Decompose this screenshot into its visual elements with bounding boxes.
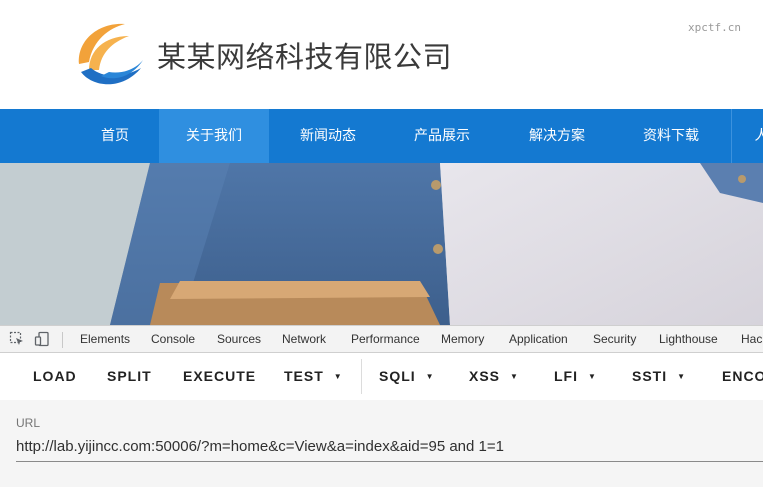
split-button-label: SPLIT: [107, 368, 152, 384]
nav-item-downloads[interactable]: 资料下载: [627, 109, 715, 163]
toolbar-divider: [62, 332, 63, 348]
chevron-down-icon: ▼: [333, 372, 342, 381]
sqli-button-label: SQLI: [379, 368, 416, 384]
load-button[interactable]: LOAD: [33, 353, 77, 400]
nav-item-home[interactable]: 首页: [84, 109, 146, 163]
nav-item-about[interactable]: 关于我们: [159, 109, 269, 163]
ssti-dropdown-button[interactable]: SSTI ▼: [632, 353, 685, 400]
main-nav: 首页 关于我们 新闻动态 产品展示 解决方案 资料下载 人: [0, 109, 763, 163]
toolbar-divider: [361, 359, 362, 394]
banner-photo: [0, 163, 763, 325]
tab-sources[interactable]: Sources: [217, 326, 261, 352]
tab-console[interactable]: Console: [151, 326, 195, 352]
tab-performance[interactable]: Performance: [351, 326, 420, 352]
chevron-down-icon: ▼: [425, 372, 434, 381]
site-header: 某某网络科技有限公司 xpctf.cn: [0, 0, 763, 109]
lfi-dropdown-button[interactable]: LFI ▼: [554, 353, 596, 400]
tab-memory[interactable]: Memory: [441, 326, 484, 352]
lfi-button-label: LFI: [554, 368, 578, 384]
encoding-button-label: ENCO: [722, 368, 763, 384]
test-button-label: TEST: [284, 368, 324, 384]
url-panel: URL: [0, 400, 763, 487]
test-dropdown-button[interactable]: TEST ▼: [284, 353, 342, 400]
encoding-dropdown-button[interactable]: ENCO: [722, 353, 763, 400]
xss-dropdown-button[interactable]: XSS ▼: [469, 353, 518, 400]
nav-item-overflow[interactable]: 人: [731, 109, 763, 163]
tab-hackbar[interactable]: Hack: [741, 326, 763, 352]
nav-item-solutions[interactable]: 解决方案: [513, 109, 601, 163]
company-name: 某某网络科技有限公司: [157, 40, 453, 74]
sqli-dropdown-button[interactable]: SQLI ▼: [379, 353, 434, 400]
chevron-down-icon: ▼: [588, 372, 596, 381]
watermark-text: xpctf.cn: [688, 21, 741, 34]
xss-button-label: XSS: [469, 368, 501, 384]
ssti-button-label: SSTI: [632, 368, 668, 384]
devtools-tab-bar: Elements Console Sources Network Perform…: [0, 325, 763, 353]
hero-banner-image: [0, 163, 763, 325]
tab-security[interactable]: Security: [593, 326, 636, 352]
chevron-down-icon: ▼: [677, 372, 686, 381]
load-button-label: LOAD: [33, 368, 77, 384]
tab-lighthouse[interactable]: Lighthouse: [659, 326, 718, 352]
nav-item-products[interactable]: 产品展示: [398, 109, 486, 163]
tab-elements[interactable]: Elements: [80, 326, 130, 352]
nav-item-news[interactable]: 新闻动态: [284, 109, 372, 163]
chevron-down-icon: ▼: [510, 372, 518, 381]
device-toggle-icon[interactable]: [34, 331, 50, 347]
execute-button-label: EXECUTE: [183, 368, 257, 384]
hackbar-toolbar: LOAD SPLIT EXECUTE TEST ▼ SQLI ▼ XSS ▼ LFI ▼…: [0, 353, 763, 400]
url-field-label: URL: [16, 416, 41, 430]
company-logo-icon: [78, 23, 143, 85]
split-button[interactable]: SPLIT: [107, 353, 152, 400]
url-input[interactable]: [16, 432, 763, 462]
tab-network[interactable]: Network: [282, 326, 326, 352]
inspect-element-icon[interactable]: [9, 331, 25, 347]
tab-application[interactable]: Application: [509, 326, 568, 352]
execute-button[interactable]: EXECUTE: [183, 353, 256, 400]
